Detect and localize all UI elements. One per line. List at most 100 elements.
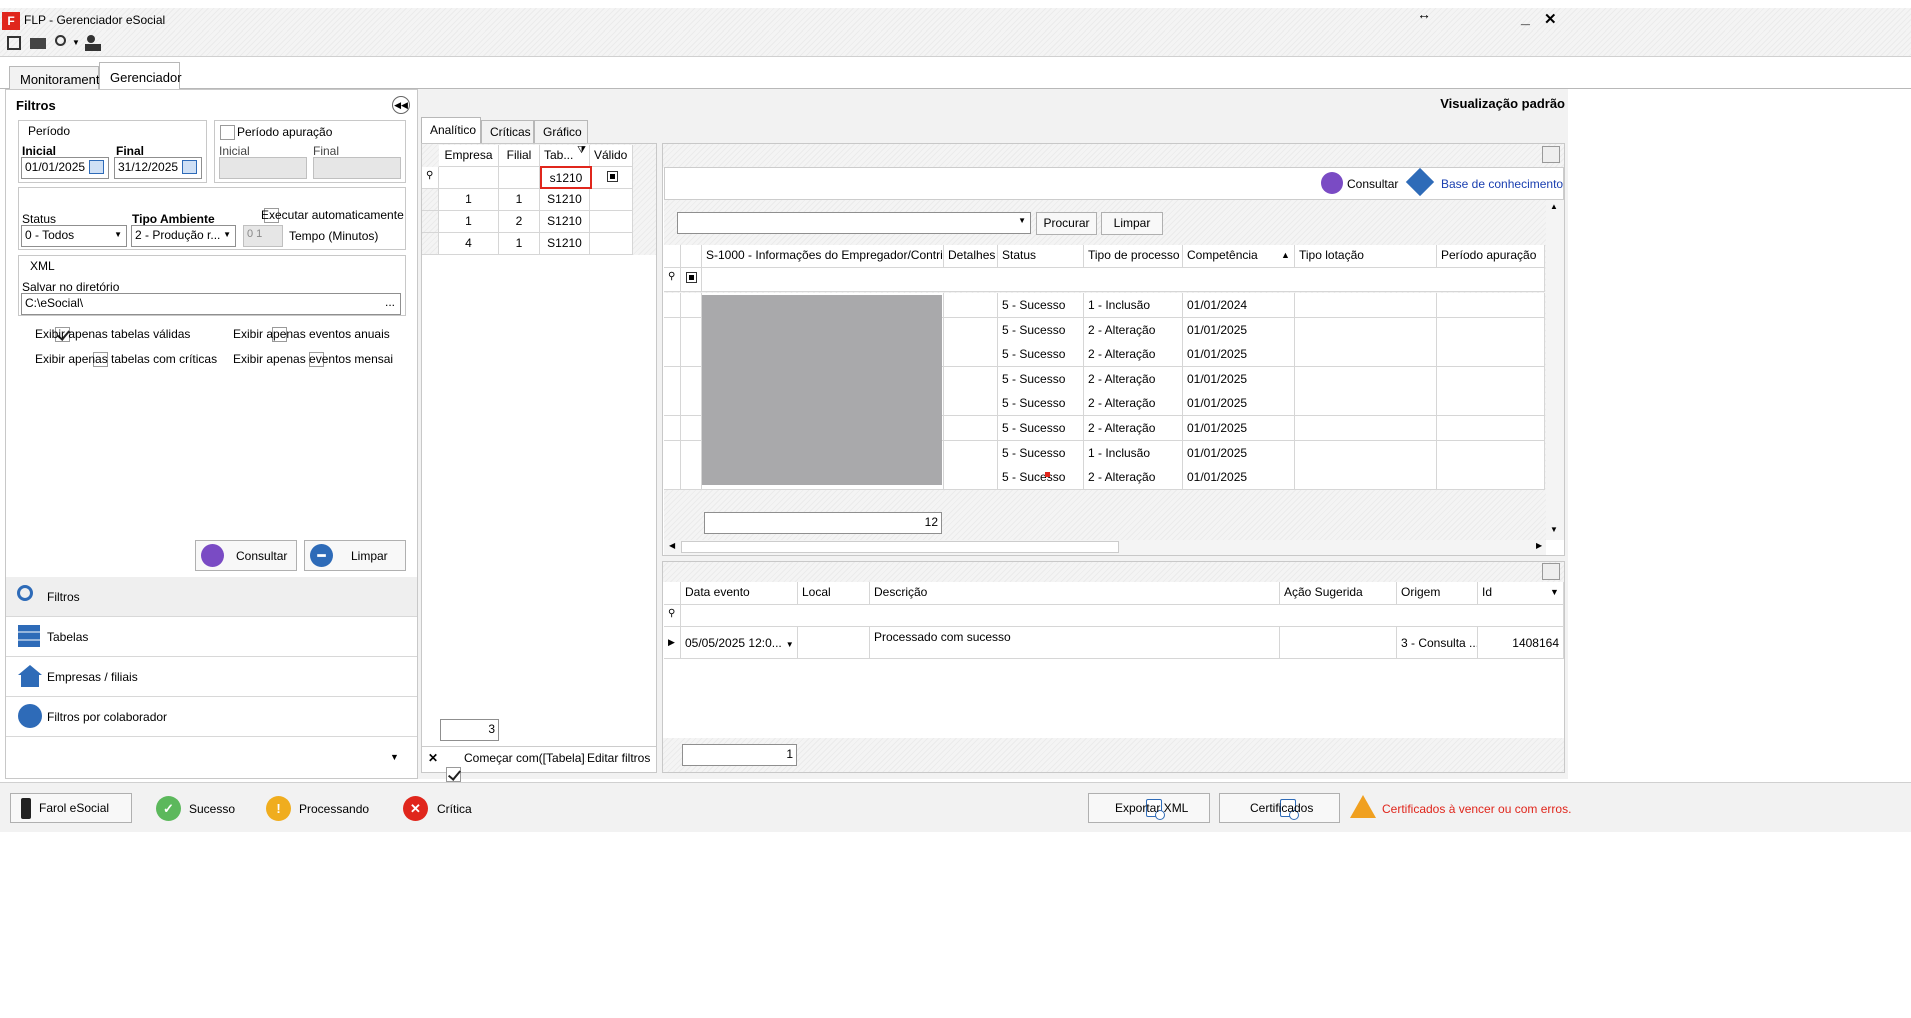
maximize-icon[interactable]: [1542, 563, 1560, 580]
filial-cell[interactable]: 1: [499, 233, 540, 255]
dropdown-arrow-icon[interactable]: ▼: [72, 38, 80, 47]
nav-overflow-arrow-icon[interactable]: ▼: [390, 752, 399, 762]
filter-row[interactable]: [681, 605, 1564, 627]
filter-cell-filial[interactable]: [499, 167, 540, 189]
browse-button[interactable]: ...: [385, 295, 395, 309]
row-select-cell[interactable]: [681, 366, 702, 392]
column-header[interactable]: Período apuração: [1437, 245, 1545, 268]
filter-cell-valido[interactable]: [592, 167, 633, 189]
row-select-cell[interactable]: [681, 440, 702, 466]
filter-enabled-checkbox[interactable]: [446, 767, 461, 783]
resize-icon[interactable]: ↔: [1417, 6, 1431, 22]
nav-item-colaborador[interactable]: Filtros por colaborador: [6, 697, 417, 737]
exit-icon[interactable]: [7, 36, 21, 50]
detalhes-cell[interactable]: [944, 465, 998, 491]
tabela-cell[interactable]: S1210: [540, 233, 590, 255]
collapse-panel-button[interactable]: ◀◀: [392, 96, 410, 114]
nav-item-empresas[interactable]: Empresas / filiais: [6, 657, 417, 697]
tab-grafico[interactable]: Gráfico: [534, 120, 588, 143]
status-select[interactable]: 0 - Todos ▼: [21, 225, 127, 247]
column-header[interactable]: Tipo de processo: [1084, 245, 1183, 268]
nav-item-tabelas[interactable]: Tabelas: [6, 617, 417, 657]
search-icon[interactable]: [1321, 172, 1343, 194]
column-header[interactable]: Competência: [1183, 245, 1295, 268]
data-evento-cell[interactable]: 05/05/2025 12:0... ▼: [681, 627, 798, 659]
filter-cell-empresa[interactable]: [439, 167, 499, 189]
empresa-cell[interactable]: 1: [439, 189, 499, 211]
apuracao-final-field[interactable]: [313, 157, 401, 179]
filter-row[interactable]: [702, 268, 1545, 292]
column-header-empresa[interactable]: Empresa: [439, 145, 499, 167]
maximize-icon[interactable]: [1542, 146, 1560, 163]
detalhes-cell[interactable]: [944, 342, 998, 368]
empresa-cell[interactable]: 4: [439, 233, 499, 255]
filial-cell[interactable]: 1: [499, 189, 540, 211]
row-expand-icon[interactable]: ▶: [664, 627, 681, 659]
row-select-cell[interactable]: [681, 342, 702, 368]
tab-criticas[interactable]: Críticas: [481, 120, 534, 143]
select-all-filter[interactable]: [681, 268, 702, 292]
consultar-button[interactable]: Consultar: [195, 540, 297, 571]
detalhes-cell[interactable]: [944, 317, 998, 343]
limpar-search-button[interactable]: Limpar: [1101, 212, 1163, 235]
detalhes-cell[interactable]: [944, 293, 998, 318]
tab-gerenciador[interactable]: Gerenciador: [99, 62, 182, 89]
row-select-cell[interactable]: [681, 416, 702, 441]
valido-cell[interactable]: [590, 211, 633, 233]
column-header[interactable]: S-1000 - Informações do Empregador/Contr…: [702, 245, 944, 268]
column-chooser-icon[interactable]: ▼: [1550, 587, 1559, 597]
detalhes-cell[interactable]: [944, 440, 998, 466]
monitor-icon[interactable]: [30, 38, 46, 49]
row-select-cell[interactable]: [681, 317, 702, 343]
detalhes-cell[interactable]: [944, 416, 998, 441]
column-header[interactable]: Detalhes: [944, 245, 998, 268]
limpar-button[interactable]: ━ Limpar: [304, 540, 406, 571]
close-button[interactable]: ✕: [1544, 10, 1557, 28]
edit-filters-link[interactable]: Editar filtros: [587, 751, 650, 765]
certificados-button[interactable]: Certificados: [1219, 793, 1340, 823]
exportar-xml-button[interactable]: Exportar XML: [1088, 793, 1210, 823]
row-select-cell[interactable]: [681, 391, 702, 417]
clear-filter-icon[interactable]: ✕: [428, 751, 438, 765]
tab-analitico[interactable]: Analítico: [421, 117, 481, 143]
calendar-icon[interactable]: [89, 160, 104, 174]
ambiente-select[interactable]: 2 - Produção r... ▼: [131, 225, 236, 247]
search-icon[interactable]: [55, 35, 66, 46]
valido-cell[interactable]: [590, 233, 633, 255]
periodo-apuracao-checkbox[interactable]: [220, 125, 235, 141]
column-header[interactable]: Tipo lotação: [1295, 245, 1437, 268]
column-header[interactable]: Data evento: [681, 582, 798, 605]
vertical-scrollbar[interactable]: [1546, 200, 1564, 540]
minimize-button[interactable]: _: [1521, 10, 1530, 28]
column-header[interactable]: Origem: [1397, 582, 1478, 605]
salvar-directory-field[interactable]: C:\eSocial\...: [21, 293, 401, 315]
tabela-cell[interactable]: S1210: [540, 211, 590, 233]
filter-cell-tabela[interactable]: s1210: [540, 166, 592, 189]
scroll-right-arrow-icon[interactable]: ▶: [1536, 541, 1542, 550]
detalhes-cell[interactable]: [944, 391, 998, 417]
scroll-down-arrow-icon[interactable]: ▼: [1550, 525, 1558, 534]
tab-monitoramento[interactable]: Monitoramento: [9, 66, 107, 89]
detalhes-cell[interactable]: [944, 366, 998, 392]
column-header-tabela[interactable]: Tab... ⧩: [540, 145, 590, 167]
tempo-input[interactable]: 0 1: [243, 225, 283, 247]
column-header[interactable]: Descrição: [870, 582, 1280, 605]
column-header-filial[interactable]: Filial: [499, 145, 540, 167]
procurar-button[interactable]: Procurar: [1036, 212, 1097, 235]
farol-esocial-button[interactable]: Farol eSocial: [10, 793, 132, 823]
apuracao-inicial-field[interactable]: [219, 157, 307, 179]
row-select-cell[interactable]: [681, 465, 702, 491]
valido-cell[interactable]: [590, 189, 633, 211]
certificados-warning[interactable]: Certificados à vencer ou com erros.: [1382, 802, 1571, 816]
scrollbar-thumb[interactable]: [681, 541, 1119, 553]
scroll-left-arrow-icon[interactable]: ◀: [669, 541, 675, 550]
filter-icon[interactable]: ⧩: [577, 145, 586, 156]
nav-item-filtros[interactable]: Filtros: [6, 577, 417, 617]
column-header[interactable]: Status: [998, 245, 1084, 268]
column-header[interactable]: Local: [798, 582, 870, 605]
base-conhecimento-link[interactable]: Base de conhecimento: [1441, 177, 1563, 191]
sort-ascending-icon[interactable]: ▲: [1281, 250, 1290, 260]
search-combo[interactable]: ▼: [677, 212, 1031, 234]
empresa-cell[interactable]: 1: [439, 211, 499, 233]
column-header-valido[interactable]: Válido: [590, 145, 633, 167]
